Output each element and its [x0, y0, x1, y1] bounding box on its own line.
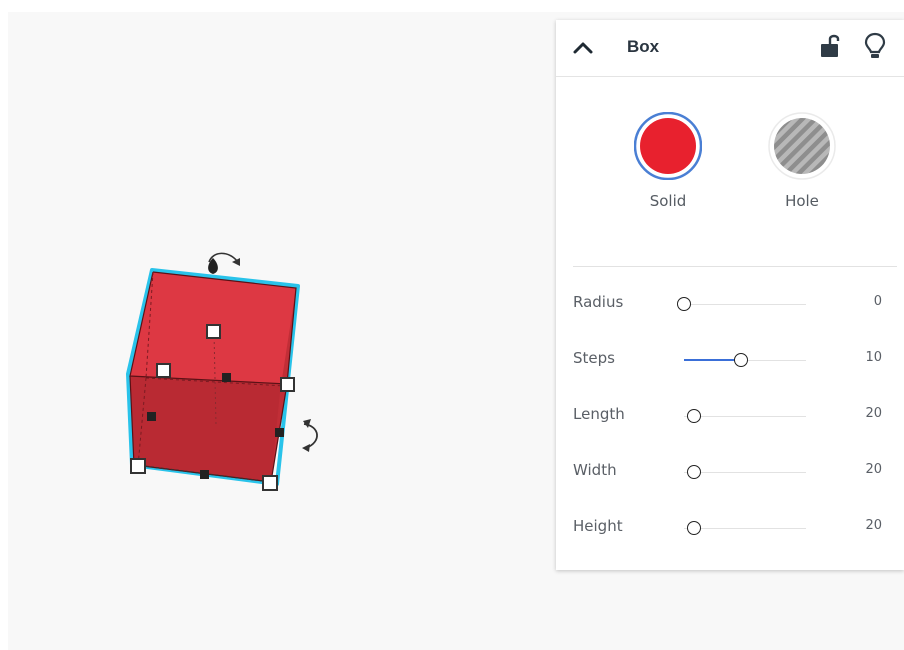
lock-button[interactable]: [818, 32, 842, 60]
param-row-height: Height 20: [556, 513, 904, 543]
slider-thumb[interactable]: [677, 297, 691, 311]
param-row-radius: Radius 0: [556, 289, 904, 319]
param-value[interactable]: 20: [865, 406, 882, 421]
rotate-handle-side[interactable]: [302, 419, 318, 452]
panel-title: Box: [627, 37, 660, 56]
param-row-steps: Steps 10: [556, 345, 904, 375]
param-label: Length: [573, 405, 625, 423]
param-value[interactable]: 20: [865, 518, 882, 533]
handle-mid-right[interactable]: [275, 428, 284, 437]
slider-thumb[interactable]: [686, 521, 701, 535]
handle-corner-right[interactable]: [280, 377, 295, 392]
visibility-button[interactable]: [863, 31, 887, 61]
handle-corner-bottom-right[interactable]: [262, 475, 278, 491]
rotate-handle-top[interactable]: [208, 252, 240, 274]
slider-thumb[interactable]: [686, 409, 701, 423]
handle-mid-left[interactable]: [147, 412, 156, 421]
box-front-face: [130, 376, 287, 482]
slider-track[interactable]: [684, 472, 806, 473]
solid-swatch: [634, 112, 702, 180]
param-value[interactable]: 10: [865, 350, 882, 365]
slider-thumb[interactable]: [734, 353, 749, 367]
solid-option[interactable]: Solid: [628, 112, 708, 222]
shape-inspector-panel: Box Solid Hole Radius 0 Steps 10 Length …: [556, 20, 904, 570]
hole-swatch: [768, 112, 836, 180]
param-value[interactable]: 0: [874, 294, 882, 309]
panel-header: Box: [556, 20, 904, 77]
handle-corner-bottom-left[interactable]: [130, 458, 146, 474]
chevron-up-icon: [573, 42, 593, 54]
slider-track[interactable]: [684, 528, 806, 529]
slider-track[interactable]: [684, 416, 806, 417]
param-row-length: Length 20: [556, 401, 904, 431]
param-label: Height: [573, 517, 623, 535]
slider-fill: [684, 359, 742, 361]
handle-corner-front-top[interactable]: [156, 363, 171, 378]
solid-label: Solid: [649, 192, 687, 210]
param-label: Steps: [573, 349, 615, 367]
lightbulb-icon: [864, 32, 886, 58]
handle-top[interactable]: [206, 324, 221, 339]
param-value[interactable]: 20: [865, 462, 882, 477]
hole-label: Hole: [785, 192, 819, 210]
hole-option[interactable]: Hole: [762, 112, 842, 222]
slider-thumb[interactable]: [686, 465, 701, 479]
param-label: Radius: [573, 293, 624, 311]
slider-track[interactable]: [684, 304, 806, 305]
param-row-width: Width 20: [556, 457, 904, 487]
handle-mid-bottom[interactable]: [200, 470, 209, 479]
divider: [573, 266, 897, 267]
handle-mid-center[interactable]: [222, 373, 231, 382]
param-label: Width: [573, 461, 617, 479]
collapse-button[interactable]: [570, 35, 596, 61]
unlock-icon: [821, 34, 840, 57]
